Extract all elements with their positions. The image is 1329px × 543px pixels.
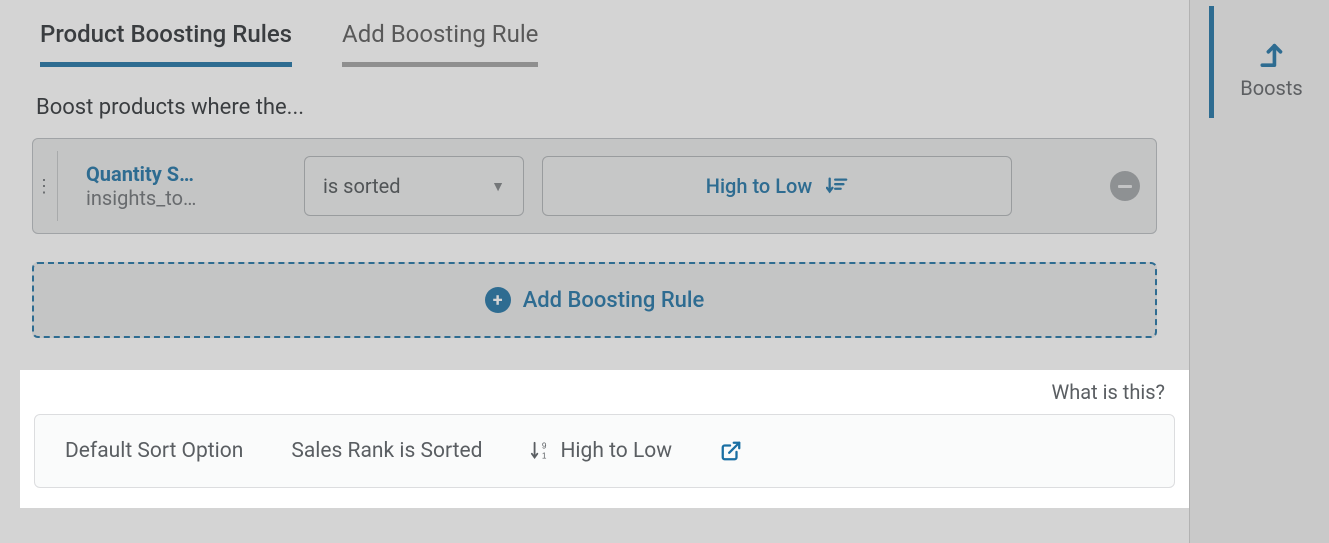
default-sort-direction: High to Low bbox=[560, 439, 672, 463]
sort-descending-icon bbox=[826, 175, 848, 197]
section-label: Boost products where the... bbox=[0, 67, 1189, 138]
sort-numeric-desc-icon: 9 1 bbox=[530, 440, 552, 462]
sort-direction-value: High to Low bbox=[706, 174, 812, 198]
external-link-button[interactable] bbox=[720, 440, 742, 462]
rule-field-path: insights_to… bbox=[86, 186, 286, 210]
default-sort-info: What is this? Default Sort Option Sales … bbox=[20, 370, 1189, 508]
chevron-down-icon: ▼ bbox=[491, 178, 505, 195]
svg-text:1: 1 bbox=[542, 451, 547, 460]
what-is-this-link[interactable]: What is this? bbox=[34, 380, 1175, 414]
tab-add-boosting-rule[interactable]: Add Boosting Rule bbox=[342, 20, 538, 67]
operator-select[interactable]: is sorted ▼ bbox=[304, 156, 524, 216]
boosting-rule-row: ⋮ Quantity S… insights_to… is sorted ▼ H… bbox=[32, 138, 1157, 234]
svg-text:9: 9 bbox=[542, 441, 547, 450]
minus-icon bbox=[1118, 185, 1132, 188]
rule-field-name: Quantity S… bbox=[86, 162, 286, 186]
default-sort-box: Default Sort Option Sales Rank is Sorted… bbox=[34, 414, 1175, 488]
add-boosting-rule-button[interactable]: + Add Boosting Rule bbox=[32, 262, 1157, 338]
operator-value: is sorted bbox=[323, 174, 401, 198]
default-sort-label: Default Sort Option bbox=[65, 439, 243, 463]
arrow-up-icon bbox=[1257, 36, 1287, 70]
tab-product-boosting-rules[interactable]: Product Boosting Rules bbox=[40, 20, 292, 67]
tabs-bar: Product Boosting Rules Add Boosting Rule bbox=[0, 0, 1189, 67]
remove-rule-button[interactable] bbox=[1110, 171, 1140, 201]
sort-direction-select[interactable]: High to Low bbox=[542, 156, 1012, 216]
plus-circle-icon: + bbox=[485, 287, 511, 313]
boosts-label: Boosts bbox=[1240, 76, 1302, 100]
add-rule-label: Add Boosting Rule bbox=[523, 288, 705, 313]
boosts-side-tab[interactable]: Boosts bbox=[1209, 6, 1329, 118]
rule-field[interactable]: Quantity S… insights_to… bbox=[76, 162, 286, 210]
drag-handle-icon[interactable]: ⋮ bbox=[33, 151, 58, 221]
default-sort-field: Sales Rank is Sorted bbox=[291, 439, 482, 463]
